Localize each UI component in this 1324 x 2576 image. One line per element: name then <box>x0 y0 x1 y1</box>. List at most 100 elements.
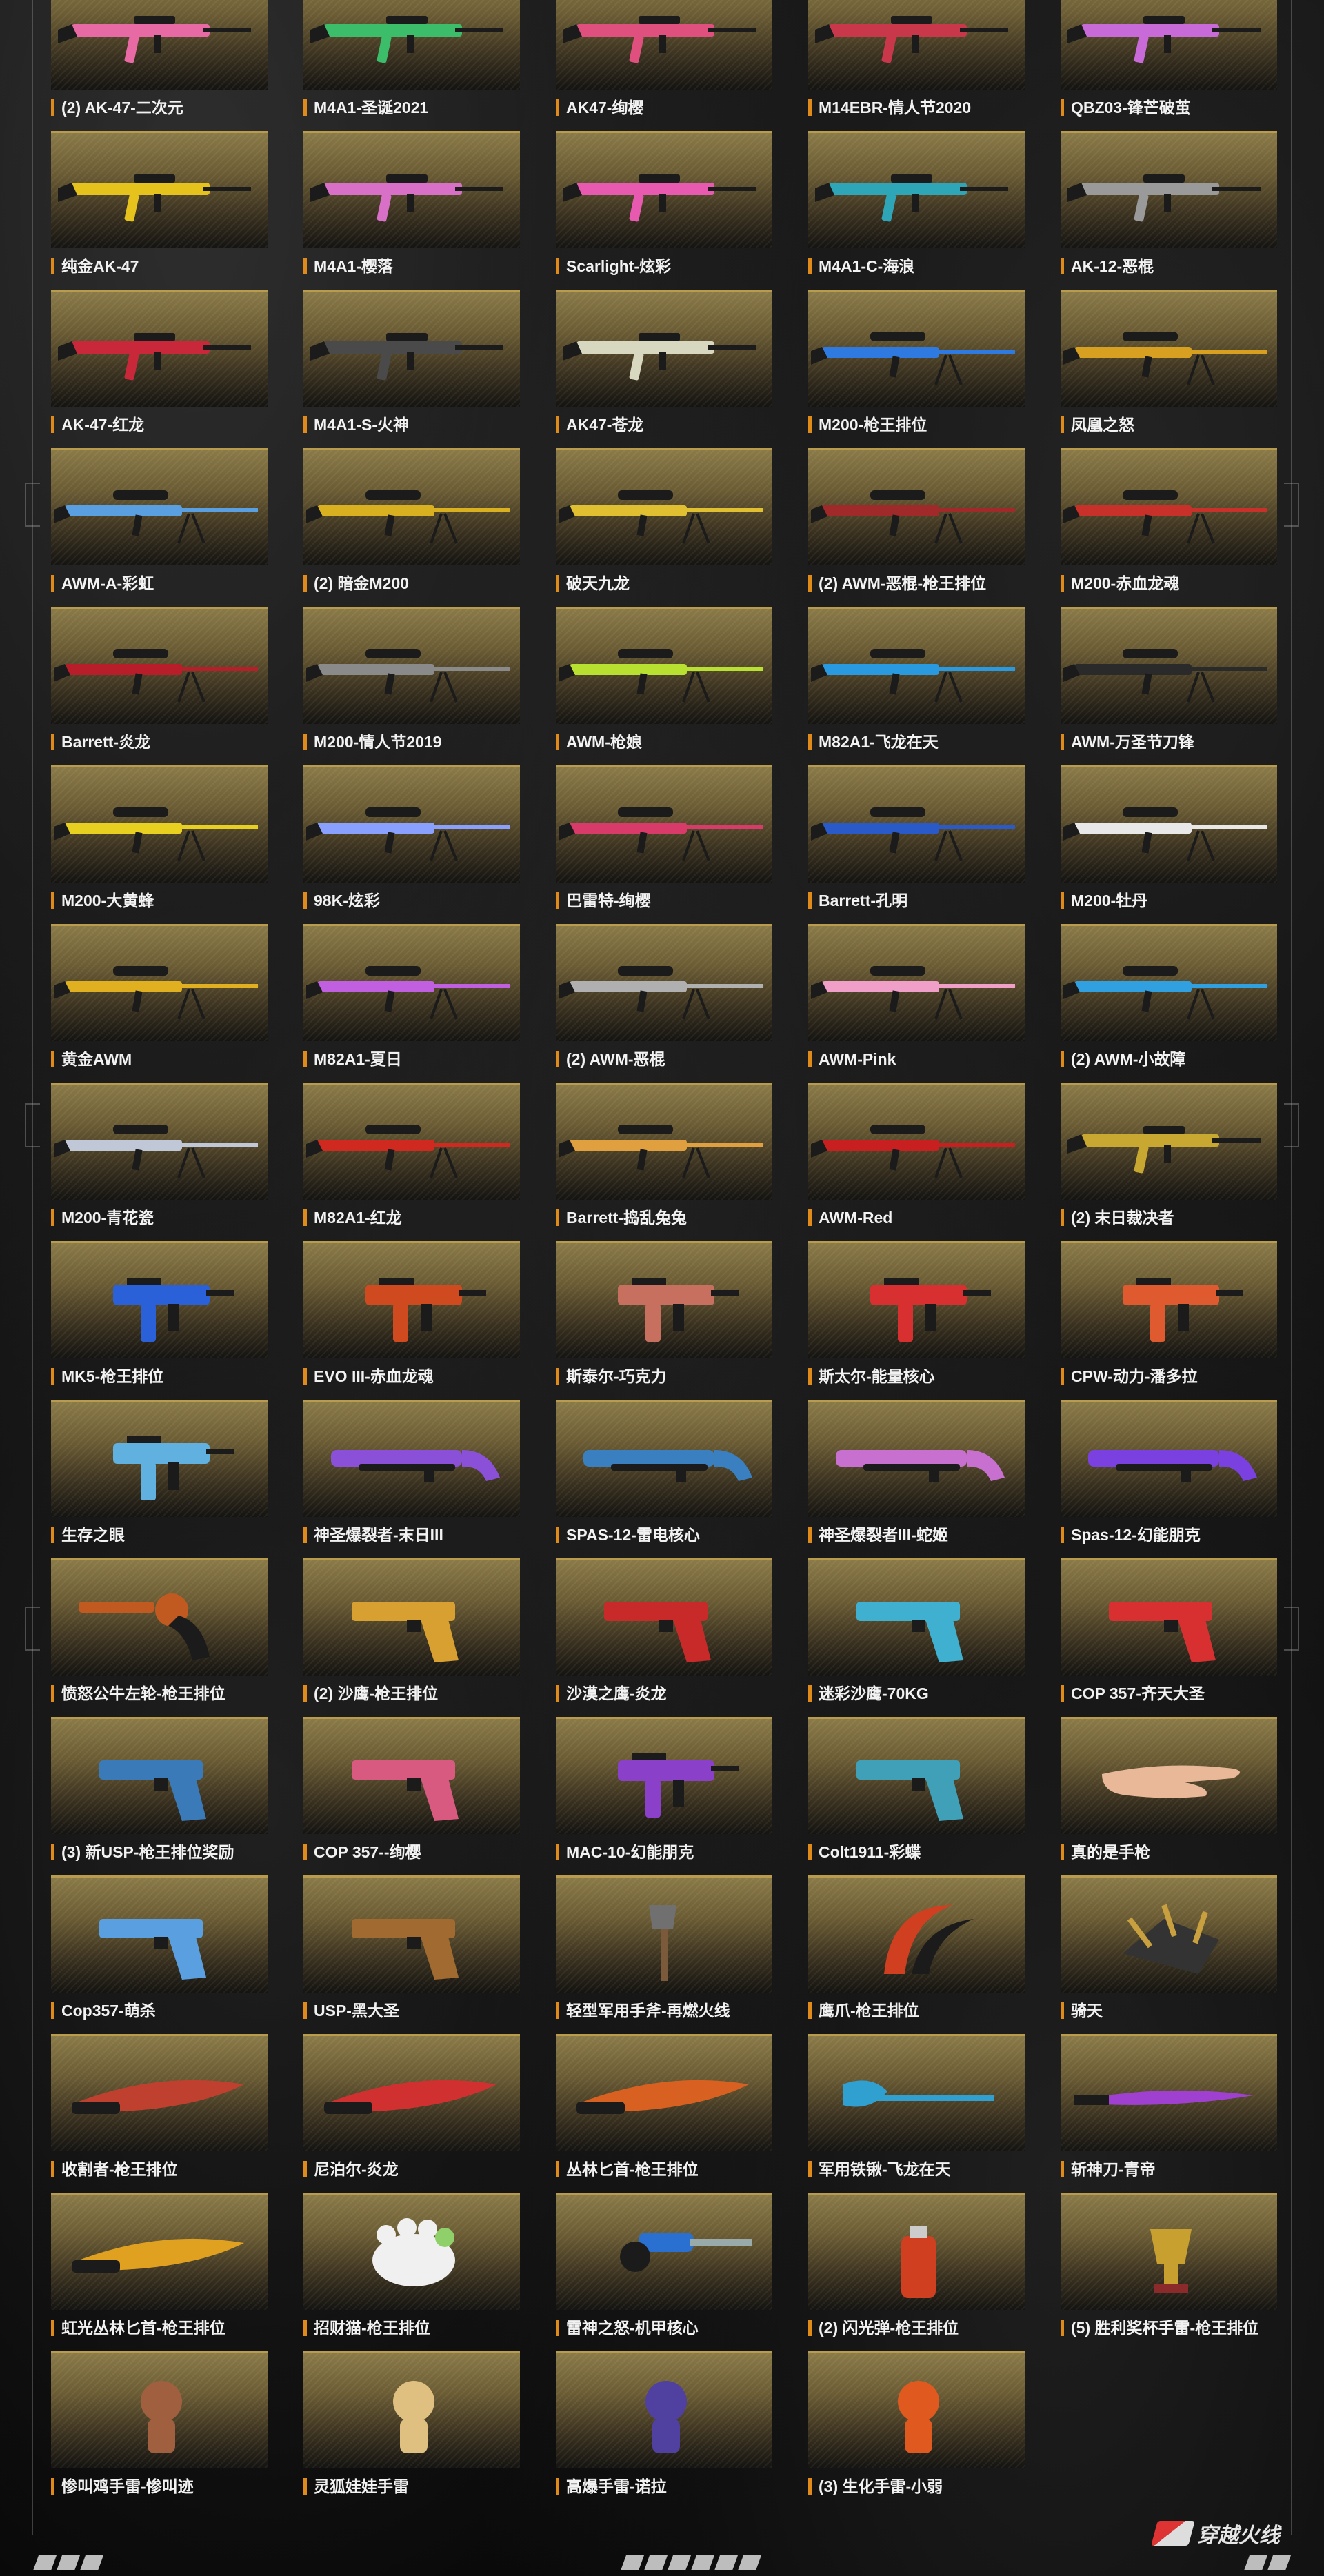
sniper-icon <box>1063 332 1267 385</box>
item-card[interactable]: 凤凰之怒 <box>1061 290 1277 448</box>
item-card[interactable]: AWM-枪娘 <box>556 607 772 765</box>
item-card[interactable]: M200-大黄蜂 <box>51 765 268 924</box>
item-card[interactable]: USP-黑大圣 <box>303 1875 520 2034</box>
item-thumbnail <box>556 1241 772 1358</box>
item-card[interactable]: (3) 生化手雷-小弱 <box>808 2351 1025 2510</box>
item-card[interactable]: 纯金AK-47 <box>51 131 268 290</box>
item-card[interactable]: (2) AK-47-二次元 <box>51 0 268 131</box>
item-card[interactable]: (3) 新USP-枪王排位奖励 <box>51 1717 268 1875</box>
item-thumbnail <box>1061 1241 1277 1358</box>
item-label: M14EBR-情人节2020 <box>808 99 971 116</box>
item-card[interactable]: 雷神之怒-机甲核心 <box>556 2193 772 2351</box>
shotgun-icon <box>836 1450 1005 1482</box>
item-card[interactable]: Scarlight-炫彩 <box>556 131 772 290</box>
item-card[interactable]: AWM-万圣节刀锋 <box>1061 607 1277 765</box>
item-label: 斯泰尔-巧克力 <box>556 1368 667 1385</box>
item-card[interactable]: Spas-12-幻能朋克 <box>1061 1400 1277 1558</box>
item-card[interactable]: AWM-A-彩虹 <box>51 448 268 607</box>
item-card[interactable]: 丛林匕首-枪王排位 <box>556 2034 772 2193</box>
item-card[interactable]: (5) 胜利奖杯手雷-枪王排位 <box>1061 2193 1277 2351</box>
item-thumbnail <box>556 2193 772 2310</box>
item-card[interactable]: 斯太尔-能量核心 <box>808 1241 1025 1400</box>
item-card[interactable]: 惨叫鸡手雷-惨叫迹 <box>51 2351 268 2510</box>
item-card[interactable]: 高爆手雷-诺拉 <box>556 2351 772 2510</box>
item-card[interactable]: AWM-Pink <box>808 924 1025 1083</box>
item-card[interactable]: 灵狐娃娃手雷 <box>303 2351 520 2510</box>
item-card[interactable]: 真的是手枪 <box>1061 1717 1277 1875</box>
item-thumbnail <box>303 1083 520 1200</box>
item-thumbnail <box>556 290 772 407</box>
item-card[interactable]: 收割者-枪王排位 <box>51 2034 268 2193</box>
item-card[interactable]: 巴雷特-绚樱 <box>556 765 772 924</box>
item-card[interactable]: (2) 沙鹰-枪王排位 <box>303 1558 520 1717</box>
item-thumbnail <box>556 0 772 90</box>
item-card[interactable]: 98K-炫彩 <box>303 765 520 924</box>
item-card[interactable]: 军用铁锹-飞龙在天 <box>808 2034 1025 2193</box>
item-label: AK-47-红龙 <box>51 416 144 433</box>
item-card[interactable]: 破天九龙 <box>556 448 772 607</box>
item-card[interactable]: EVO III-赤血龙魂 <box>303 1241 520 1400</box>
item-label: 斯太尔-能量核心 <box>808 1368 935 1385</box>
item-card[interactable]: 迷彩沙鹰-70KG <box>808 1558 1025 1717</box>
item-card[interactable]: 斯泰尔-巧克力 <box>556 1241 772 1400</box>
item-card[interactable]: M82A1-红龙 <box>303 1083 520 1241</box>
item-thumbnail <box>303 448 520 565</box>
item-card[interactable]: (2) AWM-小故障 <box>1061 924 1277 1083</box>
item-card[interactable]: Barrett-孔明 <box>808 765 1025 924</box>
item-card[interactable]: (2) AWM-恶棍-枪王排位 <box>808 448 1025 607</box>
item-card[interactable]: M200-枪王排位 <box>808 290 1025 448</box>
item-card[interactable]: AK-12-恶棍 <box>1061 131 1277 290</box>
item-card[interactable]: Barrett-炎龙 <box>51 607 268 765</box>
item-card[interactable]: (2) 暗金M200 <box>303 448 520 607</box>
item-card[interactable]: MAC-10-幻能朋克 <box>556 1717 772 1875</box>
item-label: COP 357-齐天大圣 <box>1061 1685 1205 1702</box>
item-card[interactable]: QBZ03-锋芒破茧 <box>1061 0 1277 131</box>
doll-icon <box>645 2381 687 2453</box>
item-card[interactable]: COP 357-齐天大圣 <box>1061 1558 1277 1717</box>
item-card[interactable]: CPW-动力-潘多拉 <box>1061 1241 1277 1400</box>
item-card[interactable]: M4A1-S-火神 <box>303 290 520 448</box>
item-thumbnail <box>303 2351 520 2468</box>
item-card[interactable]: M14EBR-情人节2020 <box>808 0 1025 131</box>
item-card[interactable]: M4A1-C-海浪 <box>808 131 1025 290</box>
item-card[interactable]: COP 357--绚樱 <box>303 1717 520 1875</box>
item-card[interactable]: M82A1-夏日 <box>303 924 520 1083</box>
item-card[interactable]: AK47-绚樱 <box>556 0 772 131</box>
item-card[interactable]: Barrett-捣乱兔兔 <box>556 1083 772 1241</box>
item-card[interactable]: M200-青花瓷 <box>51 1083 268 1241</box>
item-card[interactable]: 虹光丛林匕首-枪王排位 <box>51 2193 268 2351</box>
item-card[interactable]: 招财猫-枪王排位 <box>303 2193 520 2351</box>
item-card[interactable]: 生存之眼 <box>51 1400 268 1558</box>
item-card[interactable]: M200-赤血龙魂 <box>1061 448 1277 607</box>
item-card[interactable]: M200-牡丹 <box>1061 765 1277 924</box>
item-card[interactable]: 斩神刀-青帝 <box>1061 2034 1277 2193</box>
pistol-icon <box>352 1602 459 1662</box>
item-card[interactable]: M82A1-飞龙在天 <box>808 607 1025 765</box>
item-card[interactable]: 神圣爆裂者-末日III <box>303 1400 520 1558</box>
item-card[interactable]: AK47-苍龙 <box>556 290 772 448</box>
item-card[interactable]: 鹰爪-枪王排位 <box>808 1875 1025 2034</box>
item-card[interactable]: M4A1-圣诞2021 <box>303 0 520 131</box>
rifle-icon <box>58 16 251 63</box>
item-card[interactable]: 沙漠之鹰-炎龙 <box>556 1558 772 1717</box>
item-card[interactable]: Cop357-萌杀 <box>51 1875 268 2034</box>
item-card[interactable]: 愤怒公牛左轮-枪王排位 <box>51 1558 268 1717</box>
item-card[interactable]: M4A1-樱落 <box>303 131 520 290</box>
item-card[interactable]: M200-情人节2019 <box>303 607 520 765</box>
item-card[interactable]: SPAS-12-雷电核心 <box>556 1400 772 1558</box>
item-card[interactable]: 黄金AWM <box>51 924 268 1083</box>
item-thumbnail <box>808 1083 1025 1200</box>
item-card[interactable]: AK-47-红龙 <box>51 290 268 448</box>
item-card[interactable]: 轻型军用手斧-再燃火线 <box>556 1875 772 2034</box>
item-card[interactable]: (2) 闪光弹-枪王排位 <box>808 2193 1025 2351</box>
item-thumbnail <box>1061 1558 1277 1676</box>
item-card[interactable]: (2) 末日裁决者 <box>1061 1083 1277 1241</box>
item-card[interactable]: MK5-枪王排位 <box>51 1241 268 1400</box>
item-card[interactable]: AWM-Red <box>808 1083 1025 1241</box>
item-card[interactable]: Colt1911-彩蝶 <box>808 1717 1025 1875</box>
item-card[interactable]: 尼泊尔-炎龙 <box>303 2034 520 2193</box>
item-card[interactable]: 神圣爆裂者III-蛇姬 <box>808 1400 1025 1558</box>
item-card[interactable]: 骑天 <box>1061 1875 1277 2034</box>
item-card[interactable]: (2) AWM-恶棍 <box>556 924 772 1083</box>
pistol-icon <box>99 1919 206 1980</box>
